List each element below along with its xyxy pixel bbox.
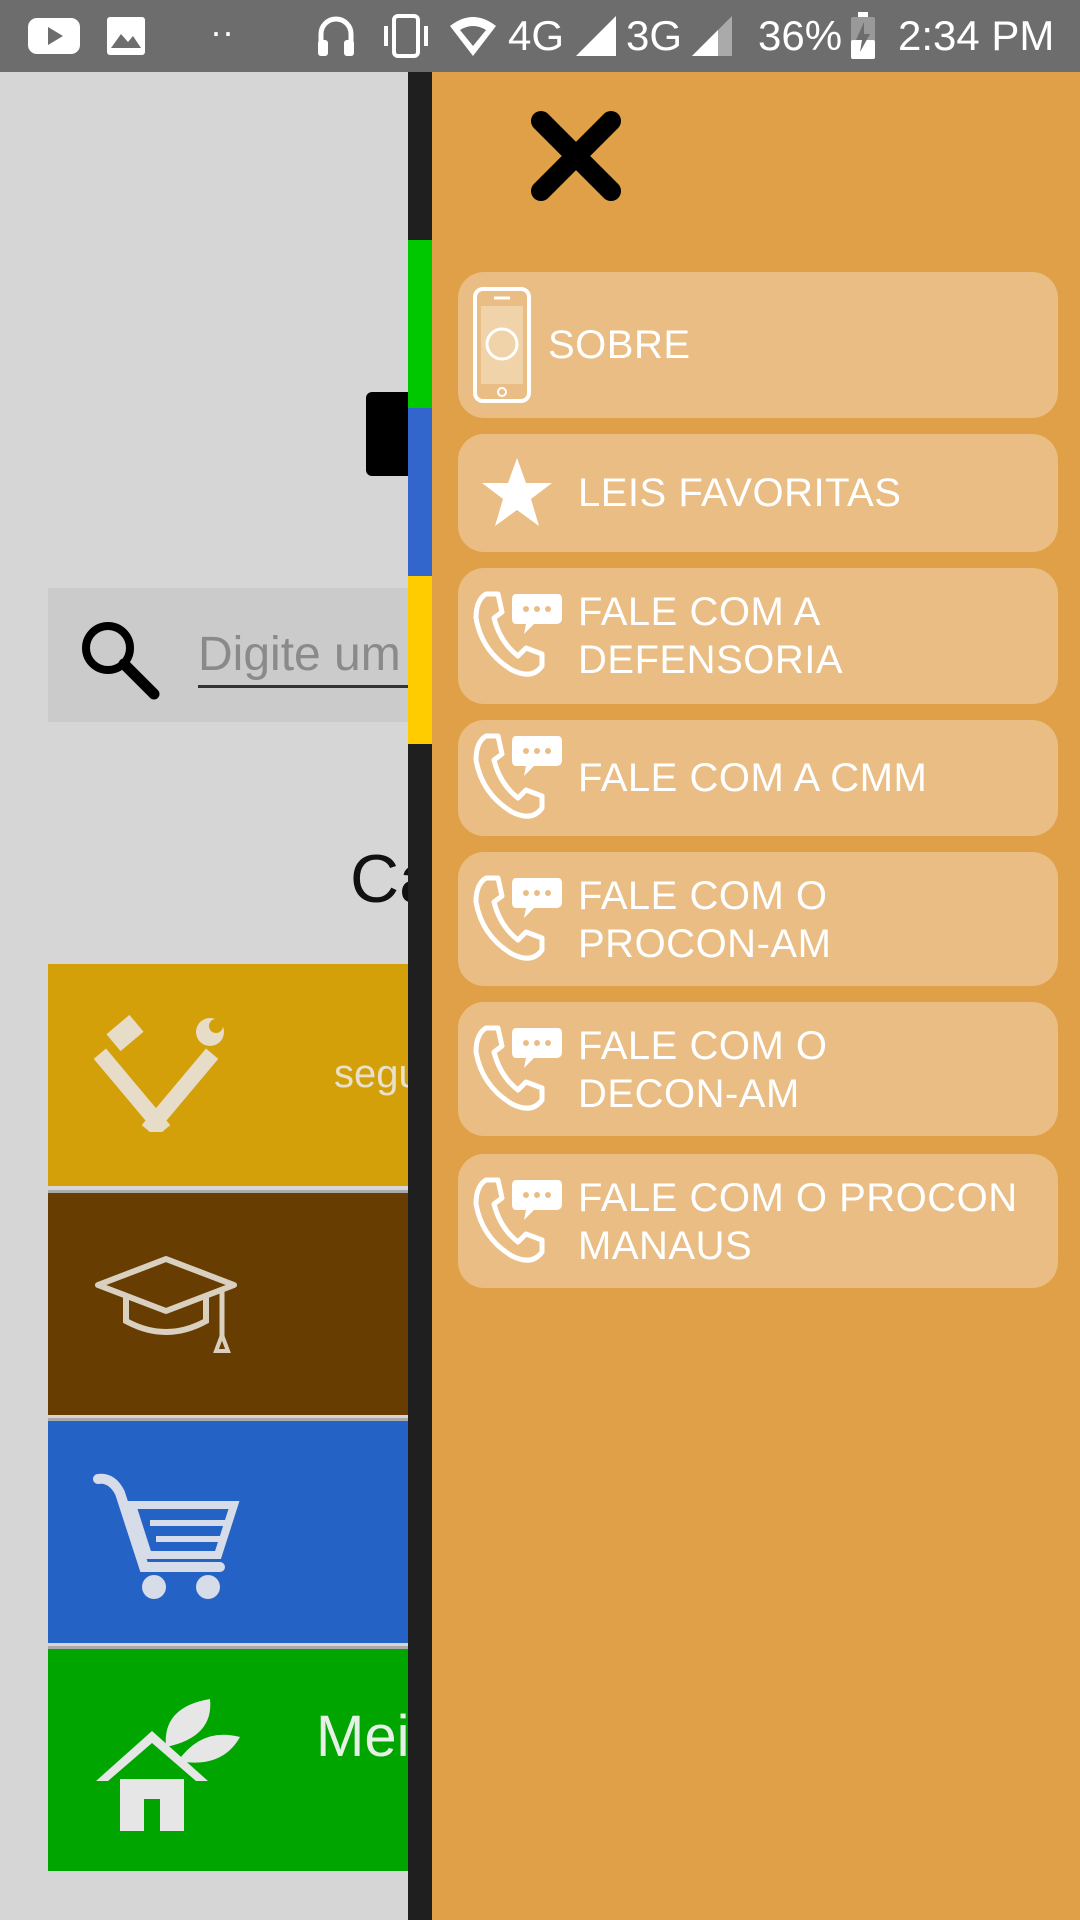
network-4g-label: 4G bbox=[508, 12, 565, 59]
edge-stripe-blue bbox=[408, 408, 432, 576]
menu-item-decon-am[interactable]: FALE COM O DECON-AM bbox=[458, 1002, 1058, 1136]
wifi-icon bbox=[450, 17, 496, 56]
graduation-cap-icon bbox=[95, 1256, 237, 1353]
network-3g-label: 3G bbox=[626, 12, 683, 59]
phone-chat-icon bbox=[473, 591, 562, 677]
menu-item-label: FALE COM O PROCON-AM bbox=[578, 874, 832, 966]
edge-stripe-green bbox=[408, 240, 432, 408]
clock: 2:34 PM bbox=[898, 12, 1055, 59]
menu-item-label: FALE COM O DECON-AM bbox=[578, 1024, 828, 1116]
battery-icon bbox=[851, 12, 875, 59]
menu-item-label: FALE COM A DEFENSORIA bbox=[578, 590, 844, 682]
status-bar: ·· 4G 3G 36% 2:34 PM bbox=[0, 0, 1080, 72]
more-dots-icon: ·· bbox=[210, 11, 234, 52]
menu-item-cmm[interactable]: FALE COM A CMM bbox=[458, 720, 1058, 836]
star-icon bbox=[482, 458, 552, 526]
search-bar[interactable] bbox=[48, 588, 458, 722]
battery-percent: 36% bbox=[758, 12, 843, 59]
drawer-shadow-edge bbox=[408, 72, 432, 1920]
vibrate-icon bbox=[384, 14, 428, 58]
image-icon bbox=[107, 17, 145, 55]
signal-icon bbox=[576, 16, 616, 56]
menu-item-leis-favoritas[interactable]: LEIS FAVORITAS bbox=[458, 434, 1058, 552]
shopping-cart-icon bbox=[93, 1473, 240, 1599]
navigation-drawer: SOBRE LEIS FAVORITAS FALE COM A DEFENSOR… bbox=[432, 72, 1080, 1920]
phone-chat-icon bbox=[473, 1025, 562, 1111]
signal-icon bbox=[692, 16, 732, 56]
category-tile-1[interactable]: segu bbox=[48, 964, 438, 1186]
close-button[interactable] bbox=[524, 104, 628, 208]
menu-item-procon-manaus[interactable]: FALE COM O PROCON MANAUS bbox=[458, 1154, 1058, 1288]
menu-item-label: FALE COM O PROCON MANAUS bbox=[578, 1176, 1018, 1268]
search-icon[interactable] bbox=[74, 614, 164, 704]
category-label: Mei bbox=[316, 1704, 410, 1769]
menu-item-label: SOBRE bbox=[548, 323, 691, 367]
close-icon[interactable] bbox=[531, 111, 621, 201]
menu-item-label: LEIS FAVORITAS bbox=[578, 471, 902, 515]
menu-item-sobre[interactable]: SOBRE bbox=[458, 272, 1058, 418]
phone-chat-icon bbox=[473, 1177, 562, 1263]
phone-chat-icon bbox=[473, 875, 562, 961]
menu-item-defensoria[interactable]: FALE COM A DEFENSORIA bbox=[458, 568, 1058, 704]
category-tile-3[interactable] bbox=[48, 1418, 438, 1643]
category-tile-2[interactable] bbox=[48, 1190, 438, 1415]
tools-icon bbox=[93, 1014, 224, 1132]
phone-chat-icon bbox=[473, 733, 562, 819]
phone-device-icon bbox=[473, 287, 531, 403]
menu-item-label: FALE COM A CMM bbox=[578, 756, 928, 800]
menu-item-procon-am[interactable]: FALE COM O PROCON-AM bbox=[458, 852, 1058, 986]
eco-house-icon bbox=[96, 1699, 240, 1831]
edge-stripe-yellow bbox=[408, 576, 432, 744]
youtube-icon bbox=[28, 18, 80, 54]
headphones-icon bbox=[318, 16, 354, 56]
category-tile-4[interactable]: Mei bbox=[48, 1646, 438, 1871]
